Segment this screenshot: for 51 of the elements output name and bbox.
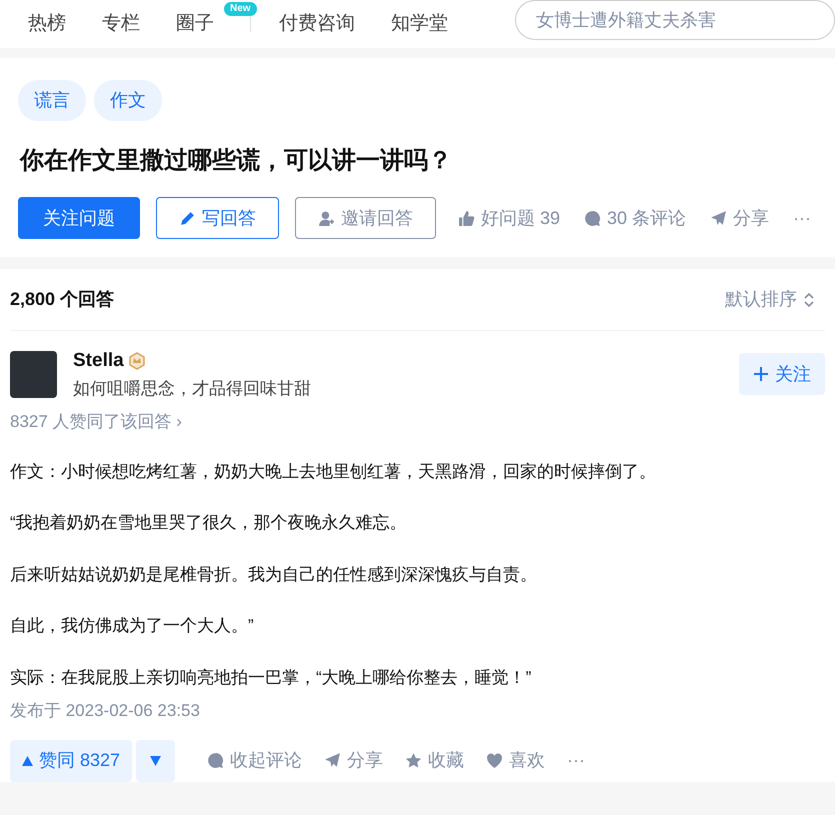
write-answer-button[interactable]: 写回答	[156, 197, 279, 239]
nav-link-item[interactable]: 热榜	[28, 2, 66, 38]
answer-paragraph: “我抱着奶奶在雪地里哭了很久，那个夜晚永久难忘。	[10, 512, 408, 534]
answer-count: 2,800 个回答	[10, 288, 114, 311]
upvote-button[interactable]: 赞同 8327	[10, 740, 132, 782]
topic-tag[interactable]: 谎言	[18, 80, 86, 121]
pencil-icon	[179, 210, 196, 226]
send-icon	[710, 210, 728, 226]
answer-paragraph: 后来听姑姑说奶奶是尾椎骨折。我为自己的任性感到深深愧疚与自责。	[10, 564, 538, 586]
more-menu[interactable]: ···	[793, 204, 812, 232]
answer-paragraph: 实际：在我屁股上亲切响亮地拍一巴掌，“大晚上哪给你整去，睡觉！”	[10, 666, 532, 688]
search-field[interactable]: 女博士遭外籍丈夫杀害	[515, 0, 835, 40]
action-link[interactable]: 分享	[710, 204, 770, 232]
answer-paragraph: 自此，我仿佛成为了一个大人。”	[10, 615, 255, 637]
downvote-button[interactable]	[136, 740, 176, 782]
nav-link-item[interactable]: 圈子	[176, 2, 214, 38]
send-icon	[324, 752, 342, 769]
thumbs-up-icon	[458, 210, 475, 226]
sort-dropdown[interactable]: 默认排序	[725, 286, 815, 313]
action-link[interactable]: 好问题 39	[458, 204, 560, 232]
follow-button[interactable]: 关注	[739, 353, 825, 395]
invite-answer-button[interactable]: 邀请回答	[295, 197, 436, 239]
follow-question-button[interactable]: 关注问题	[18, 197, 140, 239]
sort-icon	[803, 292, 815, 308]
upvote-summary-link[interactable]: 8327 人赞同了该回答 ›	[10, 409, 825, 434]
heart-icon	[486, 752, 504, 769]
person-add-icon	[318, 210, 335, 226]
action-link[interactable]: 30 条评论	[584, 204, 686, 232]
publish-date: 发布于 2023-02-06 23:53	[10, 700, 201, 722]
comment-bubble-icon	[584, 210, 602, 226]
triangle-down-icon	[150, 756, 162, 766]
plus-icon	[753, 366, 769, 382]
question-title: 你在作文里撒过哪些谎，可以讲一讲吗？	[20, 146, 453, 176]
new-badge: New	[224, 2, 257, 16]
action-link[interactable]: 收藏	[405, 747, 464, 774]
nav-link-item[interactable]: 付费咨询	[279, 2, 355, 38]
avatar-placeholder	[10, 350, 57, 398]
triangle-up-icon	[22, 756, 33, 766]
nav-link-item[interactable]: 知学堂	[391, 2, 448, 38]
action-link[interactable]: 收起评论	[207, 747, 302, 774]
author-name[interactable]: Stella	[73, 347, 124, 376]
topic-tag[interactable]: 作文	[94, 80, 162, 121]
comment-bubble-icon	[207, 752, 224, 769]
answer-paragraph: 作文：小时候想吃烤红薯，奶奶大晚上去地里刨红薯，天黑路滑，回家的时候摔倒了。	[10, 460, 657, 482]
badge-icon	[128, 352, 146, 370]
more-menu[interactable]: ···	[567, 747, 586, 774]
author-bio: 如何咀嚼思念，才品得回味甘甜	[73, 378, 312, 400]
star-icon	[405, 752, 422, 769]
action-link[interactable]: 喜欢	[486, 747, 546, 774]
nav-link-item[interactable]: 专栏	[102, 2, 140, 38]
action-link[interactable]: 分享	[324, 747, 384, 774]
